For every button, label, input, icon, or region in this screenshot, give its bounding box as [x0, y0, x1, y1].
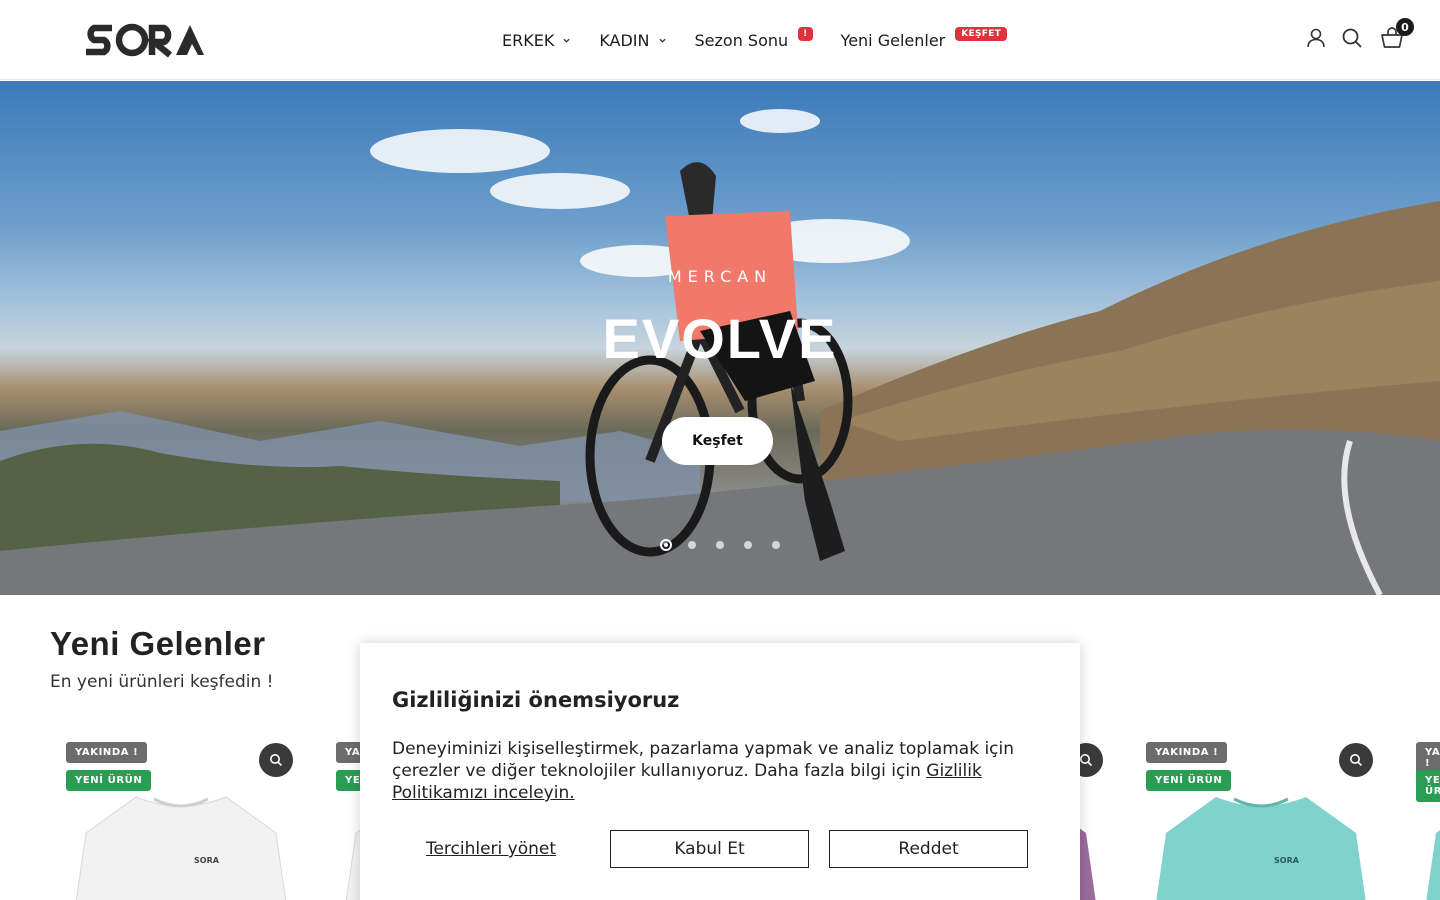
- coming-soon-badge: YAKINDA !: [1146, 742, 1228, 763]
- section-subtitle: En yeni ürünleri keşfedin !: [50, 672, 274, 692]
- site-header: ERKEK KADIN Sezon Sonu ! Yeni Gelenler K…: [0, 0, 1440, 80]
- product-image: SORA: [1156, 797, 1366, 900]
- search-icon: [1350, 754, 1363, 767]
- cookie-body-text: Deneyiminizi kişiselleştirmek, pazarlama…: [392, 739, 1015, 781]
- hero-discover-button[interactable]: Keşfet: [662, 417, 773, 465]
- brand-mark: SORA: [194, 856, 220, 865]
- search-icon: [270, 754, 283, 767]
- cart-icon[interactable]: 0: [1380, 18, 1414, 50]
- sezon-sonu-badge: !: [798, 27, 813, 41]
- hero-kicker: MERCAN: [667, 267, 773, 286]
- cart-count-badge: 0: [1396, 18, 1414, 36]
- manage-preferences-button[interactable]: Tercihleri yönet: [392, 830, 590, 868]
- sora-logo[interactable]: [84, 22, 222, 58]
- header-actions: 0: [1292, 18, 1414, 50]
- slider-dot-3[interactable]: [716, 541, 724, 549]
- hero-title: EVOLVE: [602, 307, 838, 370]
- product-image: SORA: [76, 796, 286, 900]
- kesfet-badge: KEŞFET: [955, 27, 1008, 41]
- nav-sezon-sonu[interactable]: Sezon Sonu !: [694, 27, 813, 50]
- nav-erkek[interactable]: ERKEK: [502, 31, 571, 50]
- coming-soon-badge: YAKINDA !: [66, 742, 148, 763]
- slider-dot-5[interactable]: [772, 541, 780, 549]
- account-icon[interactable]: [1304, 26, 1328, 50]
- cookie-body: Deneyiminizi kişiselleştirmek, pazarlama…: [392, 738, 1042, 804]
- hero-banner: MERCAN EVOLVE Keşfet: [0, 81, 1440, 595]
- product-image: [1426, 830, 1440, 900]
- nav-erkek-label: ERKEK: [502, 30, 555, 50]
- slider-pagination: [660, 539, 800, 551]
- slider-dot-4[interactable]: [744, 541, 752, 549]
- accept-cookies-button[interactable]: Kabul Et: [610, 830, 809, 868]
- main-nav: ERKEK KADIN Sezon Sonu ! Yeni Gelenler K…: [502, 26, 1035, 54]
- nav-yeni-gelenler[interactable]: Yeni Gelenler KEŞFET: [840, 27, 1008, 50]
- search-icon[interactable]: [1340, 26, 1364, 50]
- nav-kadin[interactable]: KADIN: [599, 31, 666, 50]
- product-card[interactable]: YAKINDA ! YENİ ÜRÜN SORA: [50, 735, 296, 900]
- cookie-title: Gizliliğinizi önemsiyoruz: [392, 688, 680, 712]
- new-product-badge: YENİ ÜRÜN: [66, 770, 152, 791]
- nav-sezon-sonu-label: Sezon Sonu: [694, 30, 789, 50]
- new-product-badge: YENİ ÜRÜN: [1146, 770, 1232, 791]
- reject-cookies-button[interactable]: Reddet: [829, 830, 1028, 868]
- nav-yeni-gelenler-label: Yeni Gelenler: [840, 30, 946, 50]
- product-card[interactable]: YAKINDA ! YENİ ÜRÜN: [1400, 735, 1440, 900]
- quick-view-button[interactable]: [1339, 743, 1373, 777]
- product-card[interactable]: YAKINDA ! YENİ ÜRÜN SORA: [1130, 735, 1376, 900]
- section-title: Yeni Gelenler: [50, 625, 266, 662]
- search-icon: [1080, 754, 1093, 767]
- chevron-down-icon: [658, 38, 666, 43]
- slider-dot-1[interactable]: [660, 539, 672, 551]
- slider-dot-2[interactable]: [688, 541, 696, 549]
- chevron-down-icon: [563, 38, 570, 43]
- brand-mark: SORA: [1274, 856, 1300, 865]
- quick-view-button[interactable]: [259, 743, 293, 777]
- nav-kadin-label: KADIN: [599, 30, 650, 50]
- cookie-consent-dialog: Gizliliğinizi önemsiyoruz Deneyiminizi k…: [360, 643, 1080, 900]
